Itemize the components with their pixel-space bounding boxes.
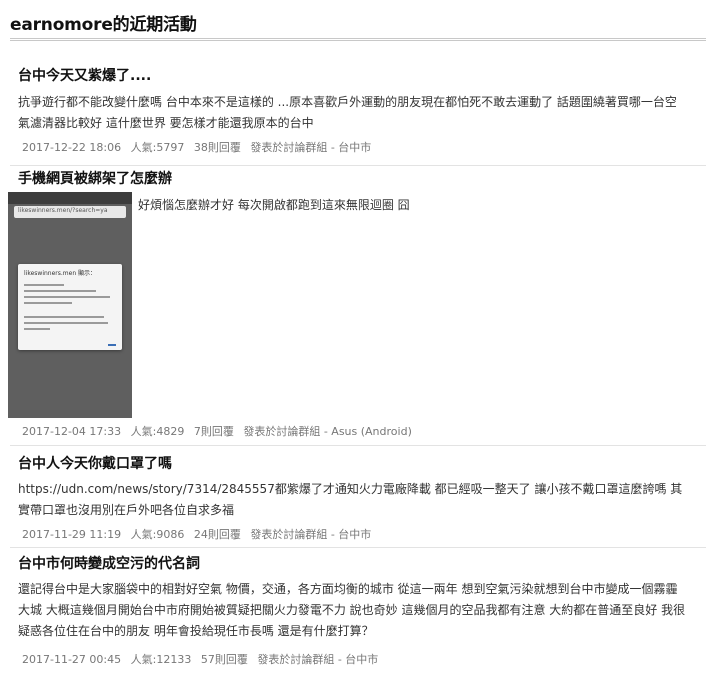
post-replies: 38則回覆 — [193, 141, 241, 154]
post-item: 台中人今天你戴口罩了嗎 https://udn.com/news/story/7… — [10, 446, 706, 548]
post-excerpt: 好煩惱怎麼辦才好 每次開啟都跑到這來無限迴圈 囧 — [138, 198, 410, 212]
post-excerpt: 抗爭遊行都不能改變什麼嗎 台中本來不是這樣的 ...原本喜歡戶外運動的朋友現在都… — [18, 95, 677, 130]
thumb-text-line — [24, 284, 64, 286]
post-date: 2017-11-27 00:45 — [22, 653, 122, 666]
post-meta: 2017-11-27 00:45 人氣:12133 57則回覆 發表於討論群組 … — [22, 652, 384, 668]
post-group-link[interactable]: 發表於討論群組 - 台中市 — [250, 528, 371, 541]
post-date: 2017-11-29 11:19 — [22, 528, 122, 541]
post-excerpt: https://udn.com/news/story/7314/2845557都… — [18, 482, 683, 517]
post-meta: 2017-11-29 11:19 人氣:9086 24則回覆 發表於討論群組 -… — [22, 527, 377, 543]
post-group-link[interactable]: 發表於討論群組 - Asus (Android) — [243, 425, 412, 438]
post-title-link[interactable]: 台中市何時變成空污的代名詞 — [18, 554, 200, 574]
post-meta: 2017-12-04 17:33 人氣:4829 7則回覆 發表於討論群組 - … — [22, 424, 418, 440]
post-group-link[interactable]: 發表於討論群組 - 台中市 — [250, 141, 371, 154]
thumb-text-line — [24, 316, 104, 318]
thumb-text-line — [24, 296, 110, 298]
post-meta: 2017-12-22 18:06 人氣:5797 38則回覆 發表於討論群組 -… — [22, 140, 377, 156]
thumb-dialog-title: likeswinners.men 顯示： — [24, 270, 97, 277]
post-views: 人氣:4829 — [130, 425, 185, 438]
post-title-link[interactable]: 台中人今天你戴口罩了嗎 — [18, 454, 172, 474]
post-item: 台中市何時變成空污的代名詞 還記得台中是大家腦袋中的相對好空氣 物價，交通，各方… — [10, 548, 706, 672]
post-title-link[interactable]: 手機網頁被綁架了怎麼辦 — [18, 169, 172, 189]
thumb-text-line — [24, 328, 50, 330]
post-date: 2017-12-04 17:33 — [22, 425, 122, 438]
post-views: 人氣:9086 — [130, 528, 185, 541]
post-replies: 7則回覆 — [193, 425, 234, 438]
post-title-link[interactable]: 台中今天又紫爆了.... — [18, 66, 151, 86]
post-group-link[interactable]: 發表於討論群組 - 台中市 — [257, 653, 378, 666]
post-views: 人氣:5797 — [130, 141, 185, 154]
thumb-text-line — [24, 290, 96, 292]
post-excerpt: 還記得台中是大家腦袋中的相對好空氣 物價，交通，各方面均衡的城市 從這一兩年 想… — [18, 582, 686, 638]
thumb-url-text: likeswinners.men/?search=ya — [18, 207, 108, 214]
post-replies: 57則回覆 — [200, 653, 248, 666]
post-item: 台中今天又紫爆了.... 抗爭遊行都不能改變什麼嗎 台中本來不是這樣的 ...原… — [10, 60, 706, 166]
thumb-status-bar — [8, 192, 132, 204]
page-header: earnomore的近期活動 — [10, 13, 706, 41]
post-views: 人氣:12133 — [130, 653, 192, 666]
post-replies: 24則回覆 — [193, 528, 241, 541]
thumb-ok-button — [108, 344, 116, 346]
post-date: 2017-12-22 18:06 — [22, 141, 122, 154]
thumb-text-line — [24, 322, 108, 324]
page-title: earnomore的近期活動 — [10, 15, 197, 35]
post-thumbnail[interactable]: likeswinners.men/?search=ya likeswinners… — [8, 192, 132, 418]
thumb-text-line — [24, 302, 72, 304]
